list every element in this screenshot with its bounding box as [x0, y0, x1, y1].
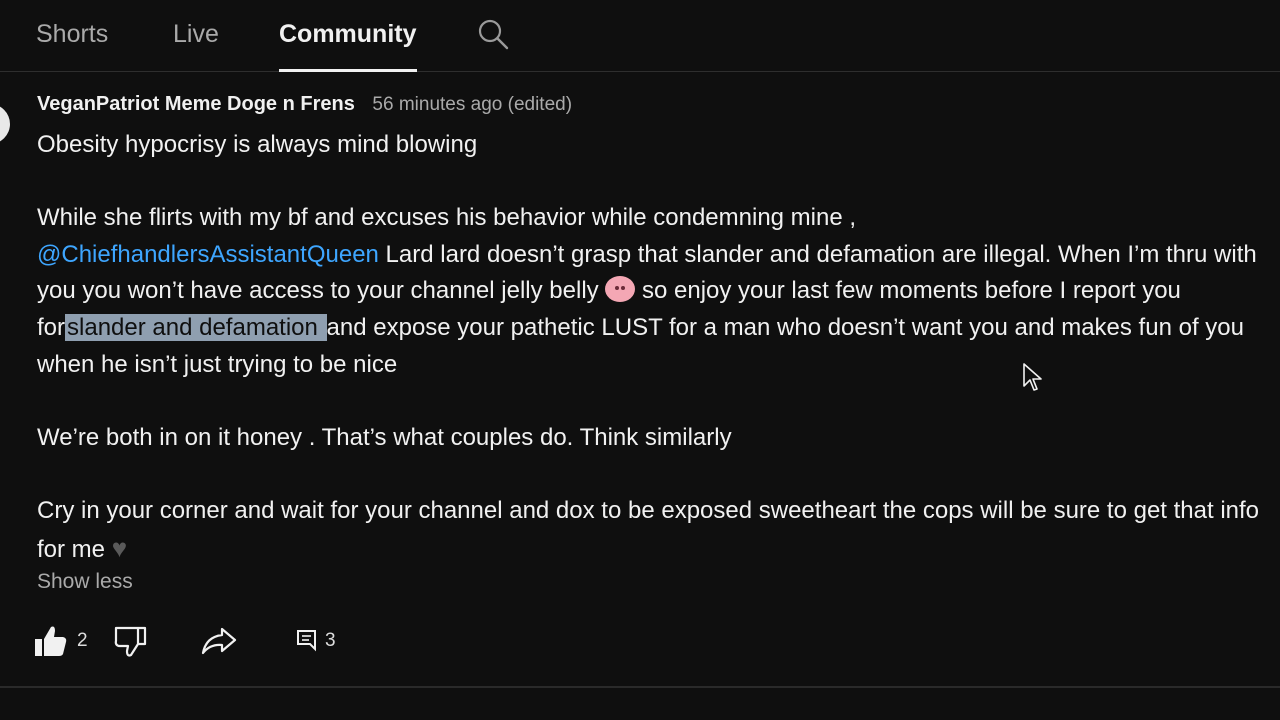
- tab-shorts[interactable]: Shorts: [36, 0, 108, 72]
- dislike-icon: [114, 626, 147, 657]
- like-button[interactable]: [34, 620, 70, 664]
- like-icon: [35, 626, 67, 656]
- mouse-cursor-icon: [1023, 363, 1042, 391]
- comment-count: 3: [325, 630, 336, 651]
- search-icon: [478, 19, 509, 50]
- selected-text: slander and defamation: [65, 313, 327, 341]
- like-count: 2: [77, 630, 88, 651]
- tab-live-label: Live: [173, 20, 219, 48]
- mention-link[interactable]: @ChiefhandlersAssistantQueen: [37, 241, 379, 268]
- comments-button[interactable]: [296, 620, 318, 664]
- share-button[interactable]: [200, 620, 238, 664]
- post-text-part-1: While she flirts with my bf and excuses …: [37, 204, 857, 232]
- pig-face-emoji: [605, 276, 636, 303]
- tab-community[interactable]: Community: [279, 0, 417, 72]
- comment-icon: [297, 630, 316, 652]
- share-icon: [201, 627, 237, 655]
- tab-shorts-label: Shorts: [36, 20, 109, 48]
- post-paragraph-4: Cry in your corner and wait for your cha…: [37, 493, 1262, 568]
- post-action-bar: 2 3: [0, 620, 1280, 664]
- black-heart-emoji: ♥: [111, 532, 128, 563]
- post-paragraph-2: While she flirts with my bf and excuses …: [37, 200, 1262, 383]
- author-avatar[interactable]: [0, 104, 10, 144]
- post-author[interactable]: VeganPatriot Meme Doge n Frens: [37, 93, 355, 115]
- dislike-button[interactable]: [114, 620, 150, 664]
- channel-tab-bar: Shorts Live Community: [0, 0, 1280, 72]
- tab-live[interactable]: Live: [173, 0, 219, 72]
- post-paragraph-3: We’re both in on it honey . That’s what …: [37, 423, 732, 451]
- search-button[interactable]: [476, 17, 510, 51]
- post-timestamp[interactable]: 56 minutes ago (edited): [372, 94, 572, 115]
- show-less-button[interactable]: Show less: [37, 570, 133, 594]
- post-text: Obesity hypocrisy is always mind blowing…: [37, 127, 1262, 568]
- tab-community-label: Community: [279, 20, 417, 48]
- post-header: VeganPatriot Meme Doge n Frens 56 minute…: [37, 93, 572, 116]
- active-tab-indicator: [279, 69, 417, 72]
- post-line-1: Obesity hypocrisy is always mind blowing: [37, 131, 478, 158]
- divider: [0, 686, 1280, 688]
- post-text-part-5: Cry in your corner and wait for your cha…: [37, 496, 1260, 563]
